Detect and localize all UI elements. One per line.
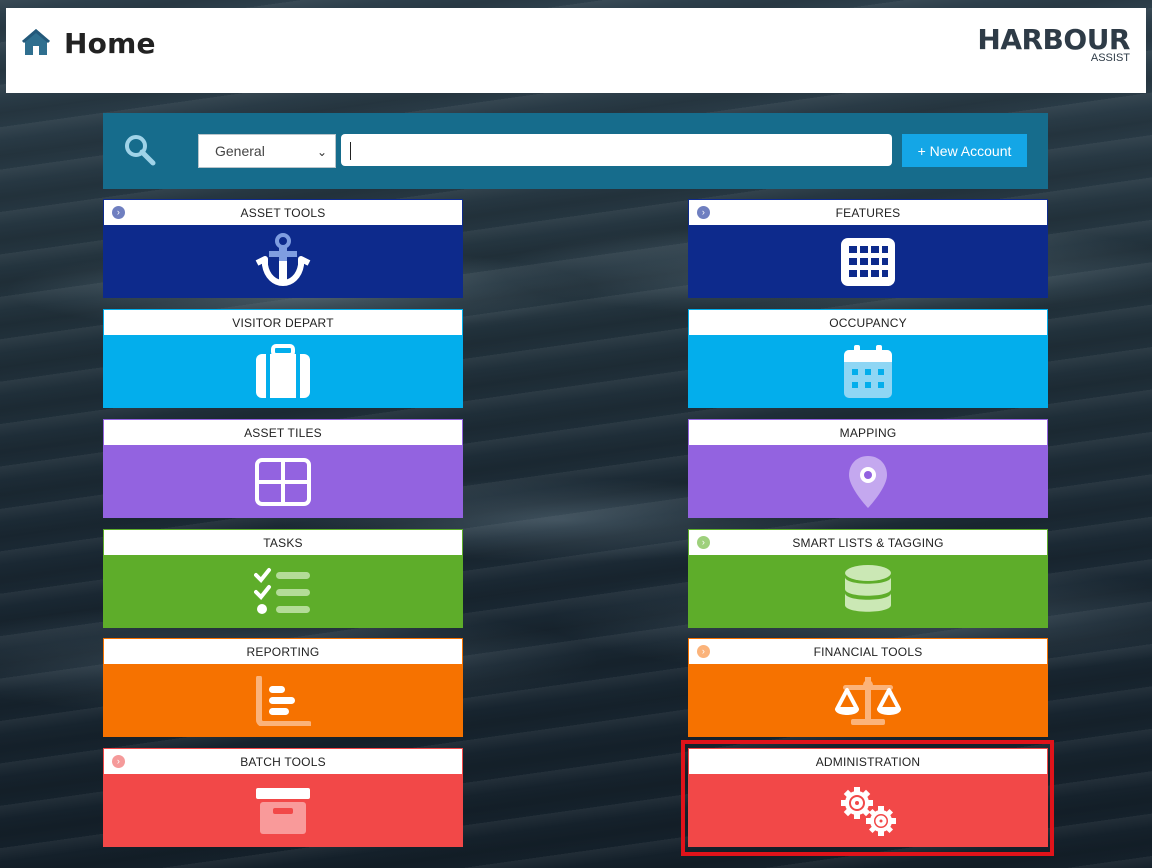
tile-label: TASKS	[263, 536, 303, 550]
search-input[interactable]	[341, 134, 892, 166]
expand-arrow-icon[interactable]: ›	[112, 755, 125, 768]
header-bar: Home HARBOUR ASSIST	[6, 8, 1146, 93]
expand-arrow-icon[interactable]: ›	[697, 536, 710, 549]
tile-body[interactable]	[103, 775, 463, 847]
tile-body[interactable]	[688, 556, 1048, 628]
tile-occupancy[interactable]: OCCUPANCY	[688, 309, 1048, 408]
tiles-icon	[255, 458, 311, 506]
page-title: Home	[64, 27, 156, 60]
tile-body[interactable]	[103, 336, 463, 408]
tile-mapping[interactable]: MAPPING	[688, 419, 1048, 518]
expand-arrow-icon[interactable]: ›	[697, 645, 710, 658]
tile-tasks[interactable]: TASKS	[103, 529, 463, 628]
tile-header: › SMART LISTS & TAGGING	[688, 529, 1048, 556]
tile-label: FEATURES	[835, 206, 901, 220]
tile-label: FINANCIAL TOOLS	[813, 645, 923, 659]
tile-label: OCCUPANCY	[829, 316, 907, 330]
bar-chart-icon	[256, 676, 311, 726]
grid-icon	[841, 238, 895, 286]
tile-body[interactable]	[103, 665, 463, 737]
tile-header: › BATCH TOOLS	[103, 748, 463, 775]
harbour-assist-logo[interactable]: HARBOUR ASSIST	[977, 26, 1130, 64]
tile-asset-tiles[interactable]: ASSET TILES	[103, 419, 463, 518]
archive-box-icon	[256, 788, 310, 834]
search-bar: General ⌄ + New Account	[103, 113, 1048, 189]
tile-body[interactable]	[688, 336, 1048, 408]
tile-header: › FEATURES	[688, 199, 1048, 226]
calendar-icon	[844, 345, 892, 398]
tile-header: OCCUPANCY	[688, 309, 1048, 336]
task-list-icon	[254, 568, 310, 614]
database-icon	[845, 565, 891, 612]
tile-batch-tools[interactable]: › BATCH TOOLS	[103, 748, 463, 847]
tile-label: REPORTING	[246, 645, 320, 659]
tile-label: ASSET TOOLS	[240, 206, 326, 220]
tile-reporting[interactable]: REPORTING	[103, 638, 463, 737]
tile-label: SMART LISTS & TAGGING	[792, 536, 944, 550]
anchor-icon	[255, 233, 311, 286]
text-cursor	[350, 142, 351, 160]
search-icon[interactable]	[123, 133, 157, 167]
tile-body[interactable]	[688, 226, 1048, 298]
tile-header: REPORTING	[103, 638, 463, 665]
tile-label: MAPPING	[839, 426, 897, 440]
tile-header: › ASSET TOOLS	[103, 199, 463, 226]
tile-header: MAPPING	[688, 419, 1048, 446]
tile-visitor-depart[interactable]: VISITOR DEPART	[103, 309, 463, 408]
tile-body[interactable]	[103, 556, 463, 628]
tile-label: VISITOR DEPART	[232, 316, 334, 330]
tile-body[interactable]	[103, 446, 463, 518]
scales-icon	[835, 677, 901, 725]
new-account-label: New Account	[929, 142, 1012, 159]
tile-features[interactable]: › FEATURES	[688, 199, 1048, 298]
tile-financial-tools[interactable]: › FINANCIAL TOOLS	[688, 638, 1048, 737]
tile-body[interactable]	[688, 446, 1048, 518]
map-pin-icon	[849, 456, 887, 508]
expand-arrow-icon[interactable]: ›	[697, 206, 710, 219]
search-type-value: General	[215, 143, 265, 159]
tile-header: ASSET TILES	[103, 419, 463, 446]
new-account-button[interactable]: + New Account	[902, 134, 1027, 167]
search-type-select[interactable]: General ⌄	[198, 134, 336, 168]
highlight-box	[681, 740, 1054, 856]
tile-label: ASSET TILES	[244, 426, 322, 440]
plus-icon: +	[917, 142, 930, 159]
logo-main-text: HARBOUR	[977, 23, 1130, 56]
tile-header: › FINANCIAL TOOLS	[688, 638, 1048, 665]
expand-arrow-icon[interactable]: ›	[112, 206, 125, 219]
suitcase-icon	[256, 344, 310, 398]
tile-smart-lists-tagging[interactable]: › SMART LISTS & TAGGING	[688, 529, 1048, 628]
tile-header: VISITOR DEPART	[103, 309, 463, 336]
tile-body[interactable]	[103, 226, 463, 298]
chevron-down-icon: ⌄	[316, 145, 327, 159]
home-icon[interactable]	[20, 26, 52, 58]
tile-label: BATCH TOOLS	[240, 755, 326, 769]
tile-asset-tools[interactable]: › ASSET TOOLS	[103, 199, 463, 298]
tile-header: TASKS	[103, 529, 463, 556]
tile-body[interactable]	[688, 665, 1048, 737]
